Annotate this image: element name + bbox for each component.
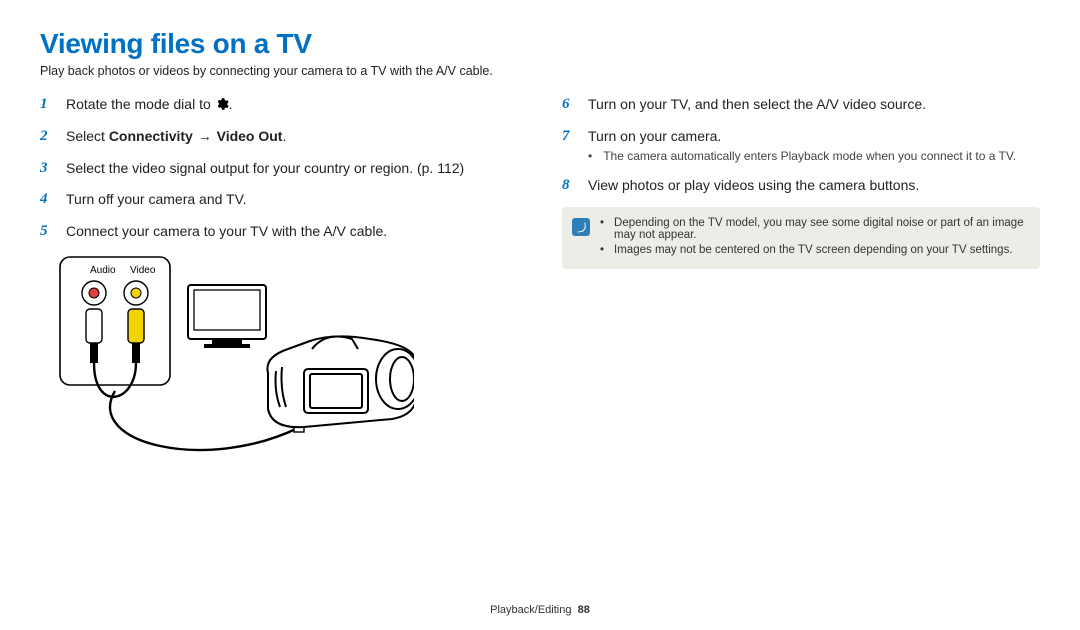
info-icon (572, 218, 590, 236)
info-note-box: Depending on the TV model, you may see s… (562, 207, 1040, 269)
step-text-bold: Connectivity (109, 128, 193, 144)
step-7: 7 Turn on your camera. The camera automa… (562, 126, 1040, 166)
step-text: Turn on your camera. The camera automati… (588, 126, 1040, 166)
bullet-icon (588, 148, 597, 165)
left-column: 1 Rotate the mode dial to . 2 Select Con… (40, 94, 518, 604)
info-note-list: Depending on the TV model, you may see s… (600, 217, 1026, 259)
av-connection-figure: Audio Video (54, 253, 414, 493)
step-number: 5 (40, 221, 56, 243)
step-text: Turn on your TV, and then select the A/V… (588, 94, 1040, 114)
footer-section: Playback/Editing (490, 604, 571, 616)
content-columns: 1 Rotate the mode dial to . 2 Select Con… (40, 94, 1040, 604)
step-text-pre: Select (66, 128, 109, 144)
document-page: Viewing files on a TV Play back photos o… (0, 0, 1080, 630)
gear-icon (215, 97, 229, 111)
step-main-text: Turn on your camera. (588, 128, 721, 144)
step-number: 7 (562, 126, 578, 148)
step-number: 1 (40, 94, 56, 116)
step-text: Connect your camera to your TV with the … (66, 221, 518, 241)
step-5: 5 Connect your camera to your TV with th… (40, 221, 518, 243)
step-text: Turn off your camera and TV. (66, 189, 518, 209)
arrow-icon: → (194, 128, 216, 144)
audio-label: Audio (90, 265, 116, 276)
right-column: 6 Turn on your TV, and then select the A… (562, 94, 1040, 604)
info-note-text: Images may not be centered on the TV scr… (614, 244, 1013, 256)
step-text: View photos or play videos using the cam… (588, 175, 1040, 195)
info-note-text: Depending on the TV model, you may see s… (614, 217, 1026, 241)
step-subtext-content: The camera automatically enters Playback… (603, 148, 1016, 165)
step-number: 3 (40, 158, 56, 180)
info-note-item: Depending on the TV model, you may see s… (600, 217, 1026, 241)
step-2: 2 Select Connectivity → Video Out. (40, 126, 518, 148)
bullet-icon (600, 217, 608, 241)
step-subtext: The camera automatically enters Playback… (588, 148, 1040, 165)
bullet-icon (600, 244, 608, 256)
step-number: 4 (40, 189, 56, 211)
step-text-post: . (229, 96, 233, 112)
step-text: Rotate the mode dial to . (66, 94, 518, 114)
step-6: 6 Turn on your TV, and then select the A… (562, 94, 1040, 116)
step-4: 4 Turn off your camera and TV. (40, 189, 518, 211)
step-number: 8 (562, 175, 578, 197)
step-3: 3 Select the video signal output for you… (40, 158, 518, 180)
footer-page-number: 88 (578, 604, 590, 616)
step-text-bold: Video Out (217, 128, 283, 144)
step-text-post: . (282, 128, 286, 144)
video-label: Video (130, 265, 156, 276)
step-number: 2 (40, 126, 56, 148)
step-1: 1 Rotate the mode dial to . (40, 94, 518, 116)
step-text-pre: Rotate the mode dial to (66, 96, 215, 112)
page-footer: Playback/Editing 88 (40, 604, 1040, 618)
step-text: Select Connectivity → Video Out. (66, 126, 518, 146)
step-text: Select the video signal output for your … (66, 158, 518, 178)
page-title: Viewing files on a TV (40, 28, 1040, 60)
step-number: 6 (562, 94, 578, 116)
info-note-item: Images may not be centered on the TV scr… (600, 244, 1026, 256)
page-subtitle: Play back photos or videos by connecting… (40, 64, 1040, 78)
step-8: 8 View photos or play videos using the c… (562, 175, 1040, 197)
